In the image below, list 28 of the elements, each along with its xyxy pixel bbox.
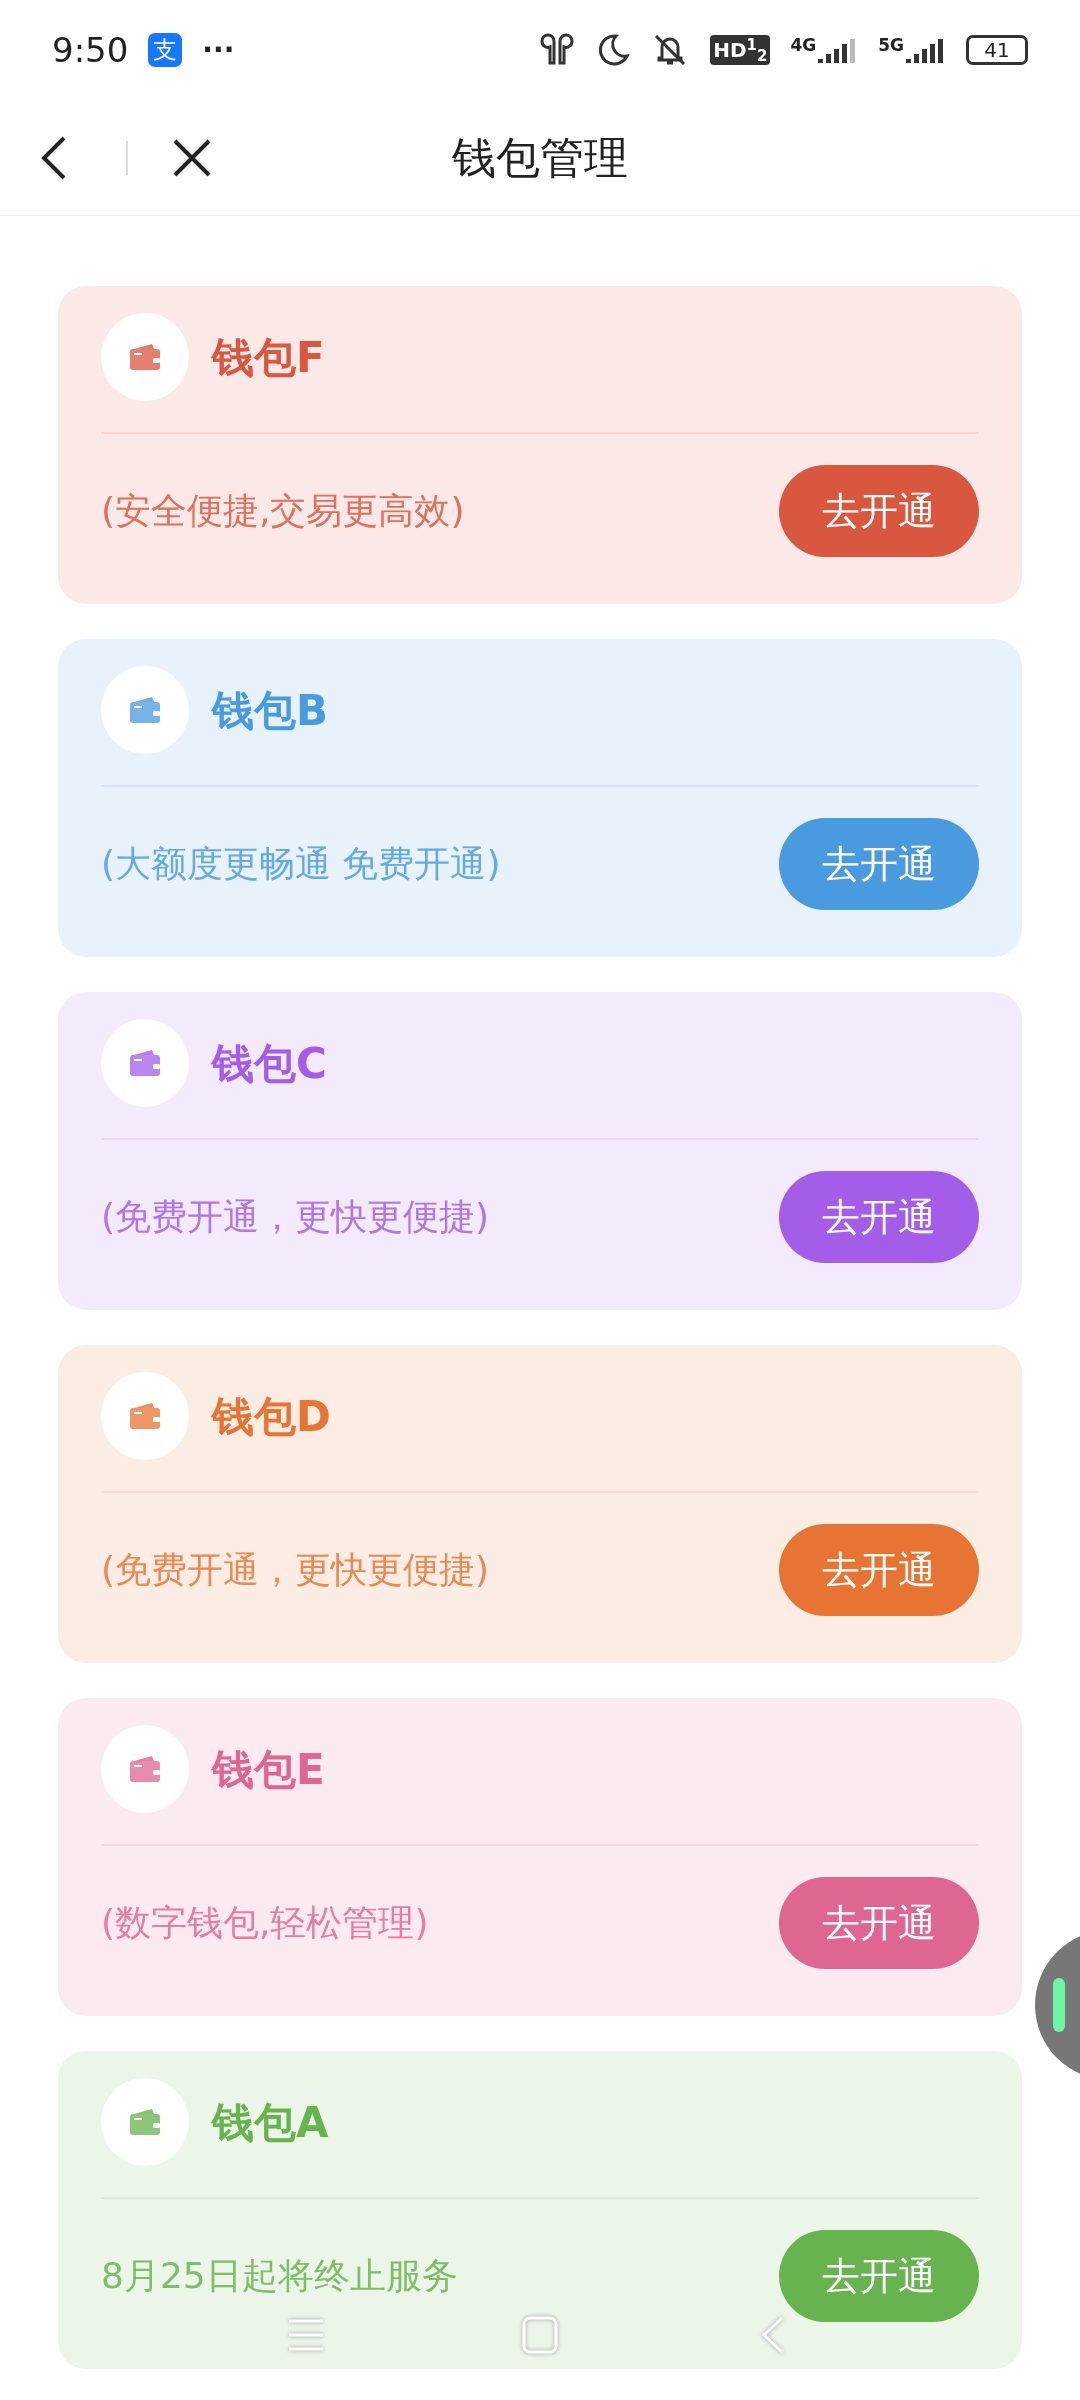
wallet-name: 钱包B <box>212 684 328 737</box>
wallet-name: 钱包E <box>212 1743 325 1796</box>
activate-button[interactable]: 去开通 <box>779 818 979 910</box>
activate-button[interactable]: 去开通 <box>779 1524 979 1616</box>
wallet-description: (数字钱包,轻松管理) <box>101 1901 429 1945</box>
wallet-name: 钱包F <box>212 331 325 384</box>
wallet-name: 钱包D <box>212 1390 331 1443</box>
activate-button[interactable]: 去开通 <box>779 1877 979 1969</box>
wallet-description: (免费开通，更快更便捷) <box>101 1548 490 1592</box>
signal-icon <box>906 37 946 63</box>
close-icon[interactable] <box>172 137 212 178</box>
wallet-description: (安全便捷,交易更高效) <box>101 489 465 533</box>
battery-indicator: 41 <box>966 35 1028 65</box>
activate-button[interactable]: 去开通 <box>779 2230 979 2322</box>
app-badge: 支 <box>148 33 183 67</box>
network-label: 5G <box>878 37 904 54</box>
activate-button[interactable]: 去开通 <box>779 1171 979 1263</box>
wallet-name: 钱包C <box>212 1037 327 1090</box>
wallet-name: 钱包A <box>212 2096 329 2149</box>
page-title: 钱包管理 <box>452 130 628 185</box>
more-notifications: ··· <box>202 32 235 68</box>
wallet-description: (大额度更畅通 免费开通) <box>101 842 501 886</box>
network-label: 4G <box>790 37 817 54</box>
moon-icon <box>596 33 631 67</box>
status-time: 9:50 <box>52 28 129 72</box>
wallet-description: 8月25日起将终止服务 <box>101 2254 458 2298</box>
wallet-description: (免费开通，更快更便捷) <box>101 1195 490 1239</box>
activate-button[interactable]: 去开通 <box>779 465 979 557</box>
